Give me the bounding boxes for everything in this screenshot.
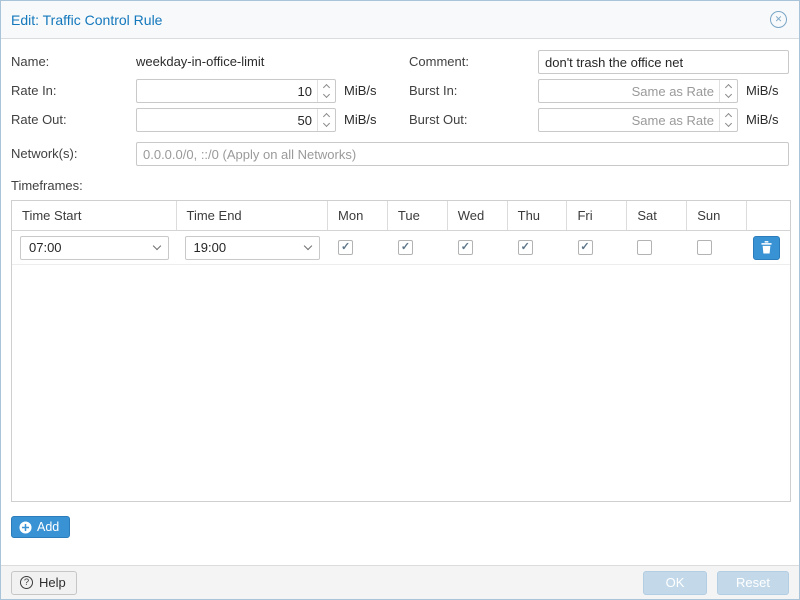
close-icon[interactable] [770,11,787,28]
chevron-down-icon [304,242,312,250]
day-checkbox-fri[interactable] [578,240,593,255]
column-header-actions [747,201,790,230]
fri-cell [568,231,628,264]
column-header-time-end[interactable]: Time End [177,201,329,230]
networks-label: Network(s): [11,146,77,162]
rate-in-input[interactable] [137,80,317,102]
day-checkbox-thu[interactable] [518,240,533,255]
grid-header-row: Time Start Time End Mon Tue Wed Thu Fri … [12,201,790,231]
time-start-value: 07:00 [29,240,62,255]
timeframes-label: Timeframes: [11,178,83,194]
time-end-cell: 19:00 [177,231,329,264]
reset-button[interactable]: Reset [717,571,789,595]
dialog-titlebar: Edit: Traffic Control Rule [1,1,799,39]
timeframes-grid: Time Start Time End Mon Tue Wed Thu Fri … [11,200,791,502]
name-value: weekday-in-office-limit [136,54,264,70]
burst-out-spinner[interactable] [719,109,737,131]
rate-out-unit: MiB/s [344,112,377,128]
comment-input[interactable] [538,50,789,74]
thu-cell [508,231,568,264]
rate-out-input[interactable] [137,109,317,131]
column-header-wed[interactable]: Wed [448,201,508,230]
plus-circle-icon [19,521,32,534]
rate-in-field [136,79,336,103]
help-button[interactable]: Help [11,571,77,595]
time-end-value: 19:00 [194,240,227,255]
dialog-title: Edit: Traffic Control Rule [11,12,162,28]
burst-in-field [538,79,738,103]
column-header-mon[interactable]: Mon [328,201,388,230]
day-checkbox-sun[interactable] [697,240,712,255]
networks-input[interactable] [136,142,789,166]
chevron-down-icon [725,120,732,127]
add-button-label: Add [37,520,59,534]
sun-cell [687,231,747,264]
column-header-fri[interactable]: Fri [567,201,627,230]
column-header-sat[interactable]: Sat [627,201,687,230]
edit-traffic-control-rule-dialog: Edit: Traffic Control Rule Name: weekday… [0,0,800,600]
burst-in-input[interactable] [539,80,719,102]
trash-icon [761,241,772,254]
column-header-sun[interactable]: Sun [687,201,747,230]
day-checkbox-tue[interactable] [398,240,413,255]
column-header-time-start[interactable]: Time Start [12,201,177,230]
ok-button[interactable]: OK [643,571,707,595]
burst-in-label: Burst In: [409,83,457,99]
delete-row-button[interactable] [753,236,780,260]
day-checkbox-sat[interactable] [637,240,652,255]
dialog-footer: Help OK Reset [1,565,799,599]
column-header-tue[interactable]: Tue [388,201,448,230]
chevron-down-icon [323,91,330,98]
rate-in-spinner[interactable] [317,80,335,102]
time-start-combo[interactable]: 07:00 [20,236,169,260]
time-start-cell: 07:00 [12,231,177,264]
burst-in-unit: MiB/s [746,83,779,99]
question-circle-icon [20,576,33,589]
rate-in-unit: MiB/s [344,83,377,99]
rate-out-field [136,108,336,132]
burst-out-input[interactable] [539,109,719,131]
burst-in-spinner[interactable] [719,80,737,102]
row-actions-cell [747,231,790,264]
footer-actions: OK Reset [643,571,789,595]
sat-cell [627,231,687,264]
chevron-down-icon [725,91,732,98]
rate-out-spinner[interactable] [317,109,335,131]
wed-cell [448,231,508,264]
rate-out-label: Rate Out: [11,112,67,128]
burst-out-label: Burst Out: [409,112,468,128]
dialog-body: Name: weekday-in-office-limit Comment: R… [1,39,799,565]
add-button[interactable]: Add [11,516,70,538]
mon-cell [328,231,388,264]
chevron-down-icon [323,120,330,127]
day-checkbox-mon[interactable] [338,240,353,255]
timeframe-row: 07:00 19:00 [12,231,790,265]
column-header-thu[interactable]: Thu [508,201,568,230]
burst-out-field [538,108,738,132]
day-checkbox-wed[interactable] [458,240,473,255]
name-label: Name: [11,54,49,70]
burst-out-unit: MiB/s [746,112,779,128]
tue-cell [388,231,448,264]
help-button-label: Help [39,575,66,590]
chevron-down-icon [152,242,160,250]
comment-label: Comment: [409,54,469,70]
time-end-combo[interactable]: 19:00 [185,236,321,260]
rate-in-label: Rate In: [11,83,57,99]
